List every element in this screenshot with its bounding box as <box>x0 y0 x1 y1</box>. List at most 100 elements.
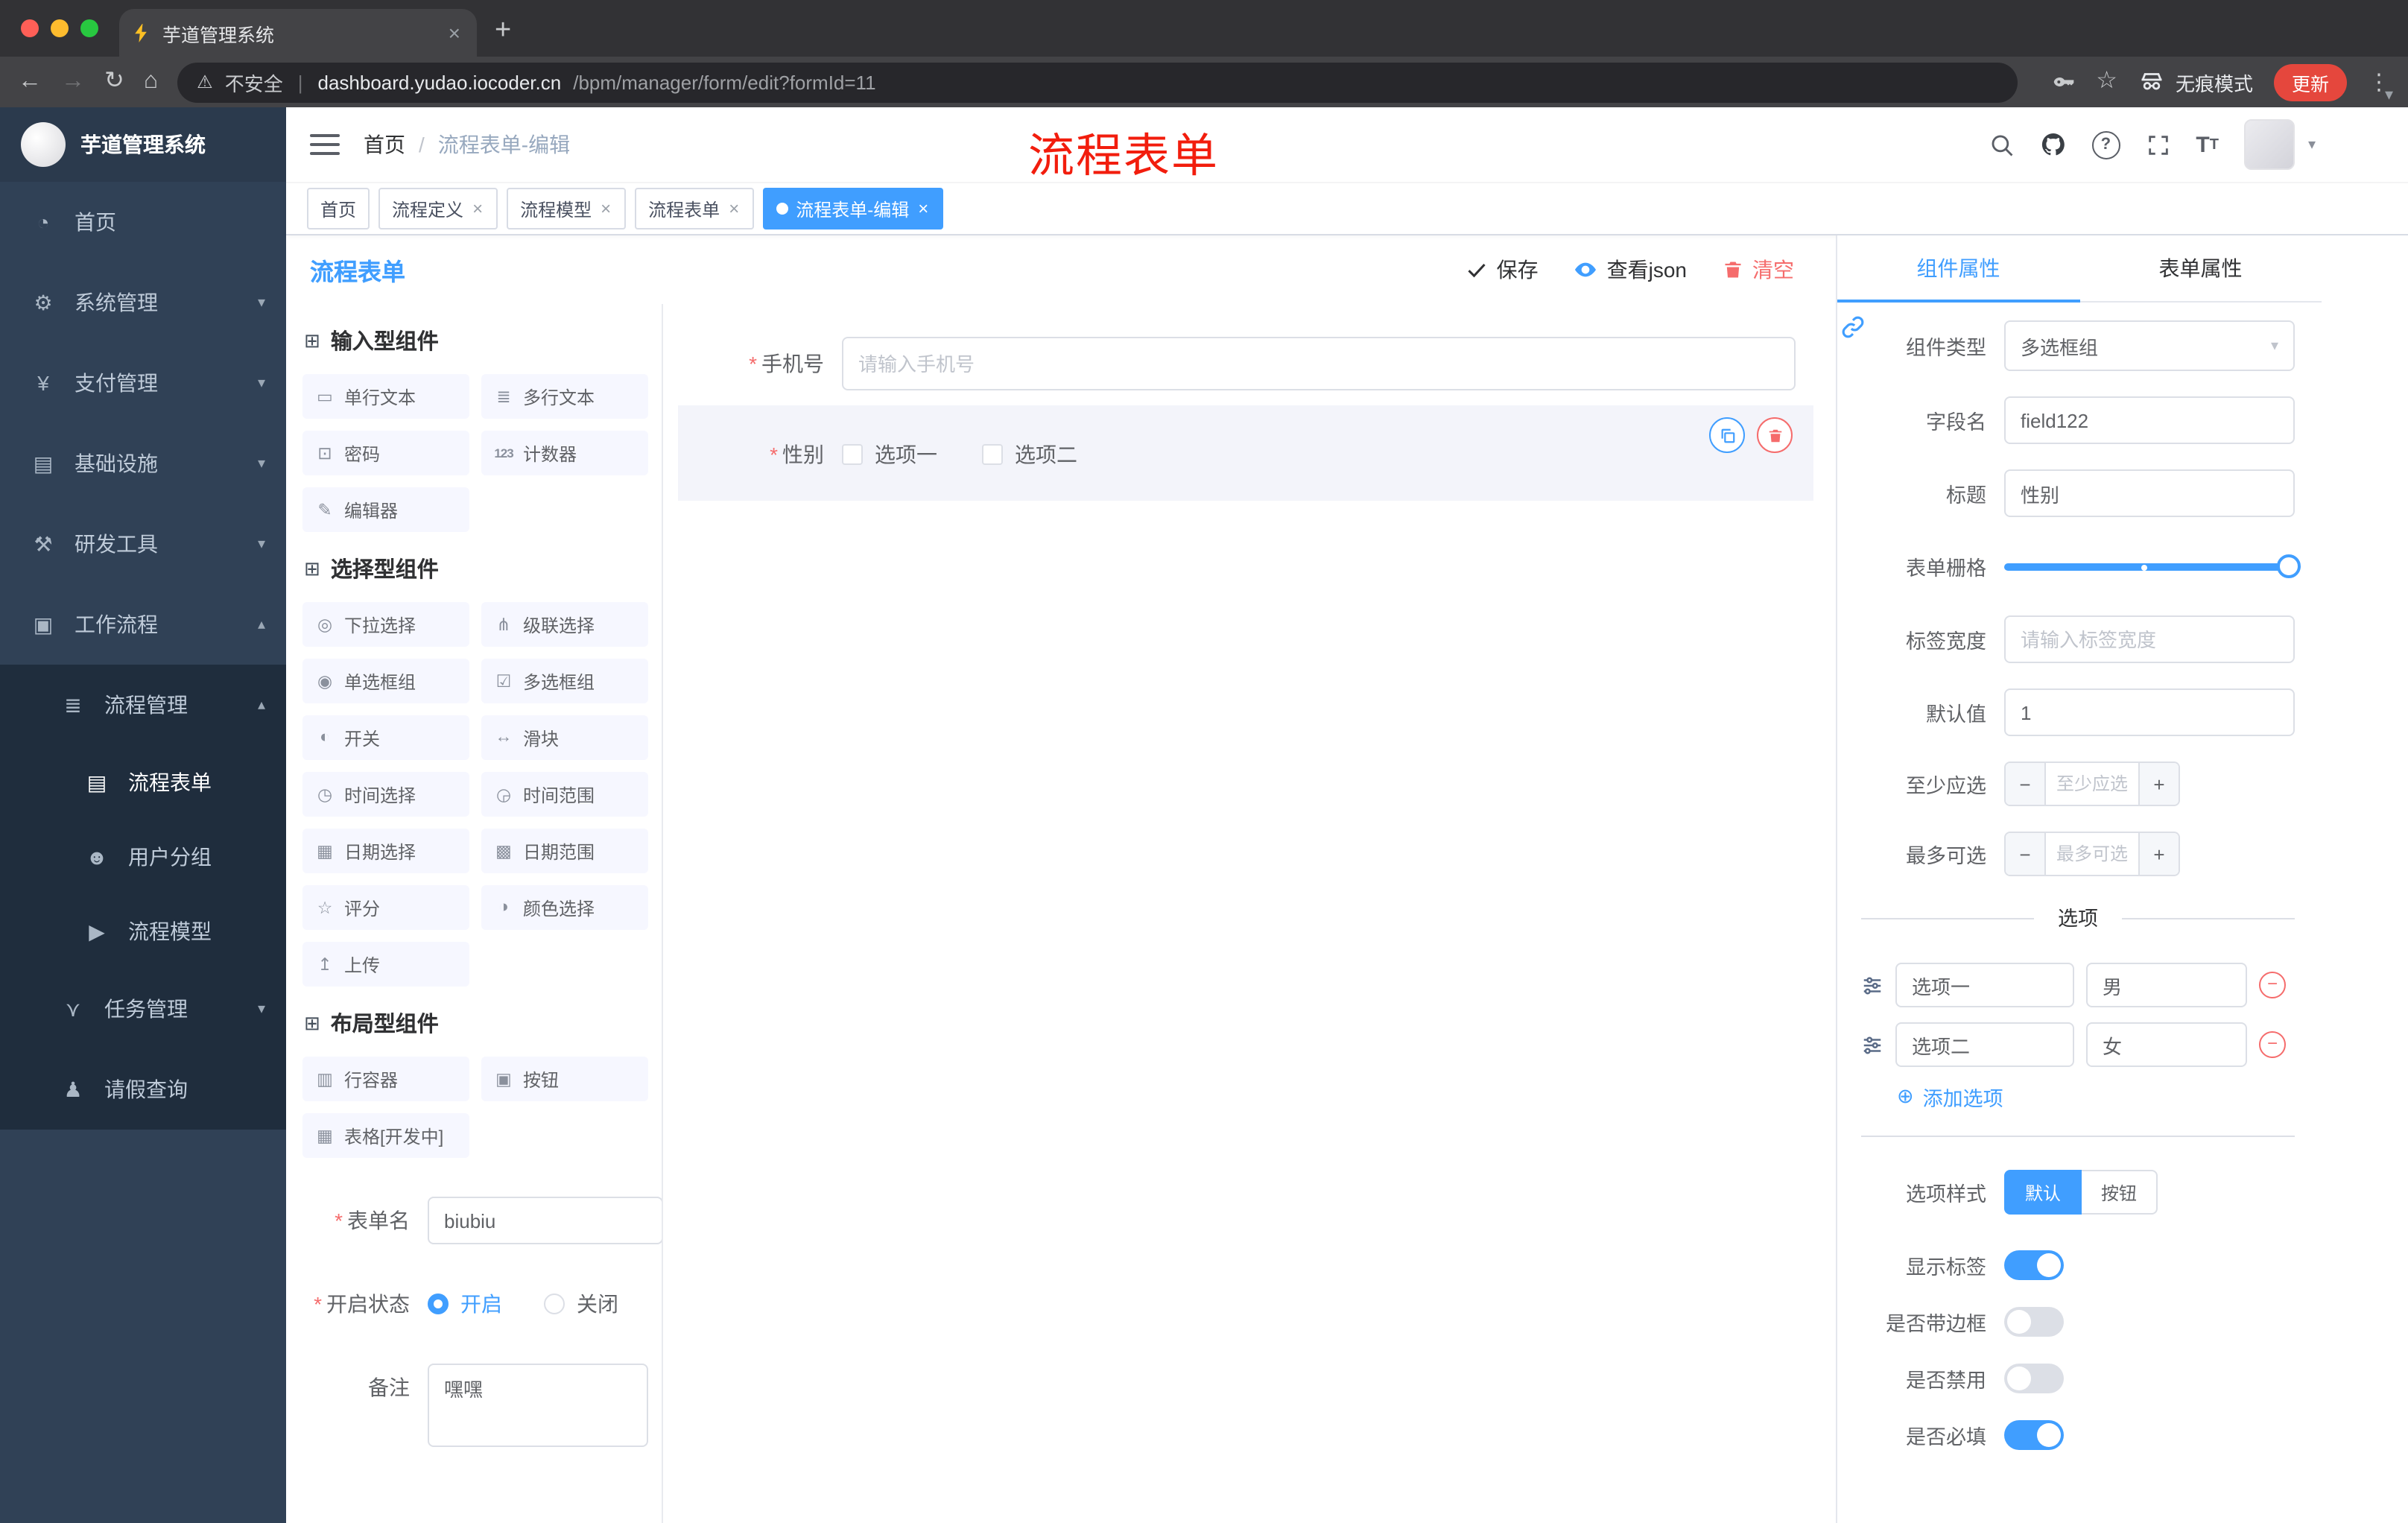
option-value-input[interactable] <box>2086 963 2247 1007</box>
sidebar-item-system[interactable]: ⚙ 系统管理 ▾ <box>0 262 286 343</box>
disabled-toggle[interactable] <box>2004 1364 2064 1393</box>
update-button[interactable]: 更新 <box>2273 63 2347 101</box>
sidebar-item-process-management[interactable]: ≣ 流程管理 ▴ <box>0 665 286 745</box>
tag-process-model[interactable]: 流程模型 × <box>507 188 627 229</box>
default-value-input[interactable] <box>2004 688 2295 736</box>
tag-close-icon[interactable]: × <box>599 198 612 219</box>
github-icon[interactable] <box>2039 131 2066 158</box>
new-tab-button[interactable]: + <box>495 15 511 48</box>
drag-handle-icon[interactable] <box>1861 1033 1883 1056</box>
profile-chevron-icon[interactable]: ▾ <box>2385 85 2393 104</box>
grid-slider[interactable] <box>2004 542 2301 590</box>
component-item[interactable]: ▦ 表格[开发中] <box>302 1113 469 1158</box>
breadcrumb-home[interactable]: 首页 <box>364 130 405 159</box>
hamburger-icon[interactable] <box>310 134 340 155</box>
style-button-button[interactable]: 按钮 <box>2082 1170 2158 1215</box>
required-toggle[interactable] <box>2004 1420 2064 1450</box>
bookmark-star-icon[interactable]: ☆ <box>2096 69 2117 94</box>
show-label-toggle[interactable] <box>2004 1250 2064 1280</box>
sidebar-item-payment[interactable]: ¥ 支付管理 ▾ <box>0 343 286 423</box>
remove-option-button[interactable]: − <box>2259 1031 2286 1058</box>
tag-close-icon[interactable]: × <box>727 198 741 219</box>
window-zoom-button[interactable] <box>80 19 98 37</box>
gender-field-selected[interactable]: * 性别 选项一 选项二 <box>678 405 1813 501</box>
style-default-button[interactable]: 默认 <box>2004 1170 2082 1215</box>
user-avatar[interactable] <box>2243 119 2295 170</box>
tab-form-props[interactable]: 表单属性 <box>2079 235 2322 301</box>
component-item[interactable]: ◷ 时间选择 <box>302 772 469 817</box>
form-name-input[interactable] <box>428 1197 662 1244</box>
radio-open[interactable]: 开启 <box>428 1289 502 1319</box>
title-input[interactable] <box>2004 469 2295 517</box>
delete-field-button[interactable] <box>1757 417 1793 453</box>
remark-textarea[interactable]: 嘿嘿 <box>428 1364 648 1447</box>
component-item[interactable]: ◶ 时间范围 <box>481 772 648 817</box>
component-item[interactable]: ✎ 编辑器 <box>302 487 469 532</box>
window-close-button[interactable] <box>21 19 39 37</box>
component-item[interactable]: ≣ 多行文本 <box>481 374 648 419</box>
sidebar-item-devtools[interactable]: ⚒ 研发工具 ▾ <box>0 504 286 584</box>
copy-field-button[interactable] <box>1709 417 1745 453</box>
component-item[interactable]: ▣ 按钮 <box>481 1057 648 1101</box>
reload-button[interactable]: ↻ <box>104 69 124 94</box>
tag-process-form-edit[interactable]: 流程表单-编辑 × <box>763 188 944 229</box>
component-item[interactable]: ▩ 日期范围 <box>481 829 648 873</box>
component-item[interactable]: ◑ 颜色选择 <box>481 885 648 930</box>
sidebar-item-infrastructure[interactable]: ▤ 基础设施 ▾ <box>0 423 286 504</box>
component-item[interactable]: ⊡ 密码 <box>302 431 469 475</box>
address-bar[interactable]: ⚠ 不安全 | dashboard.yudao.iocoder.cn/bpm/m… <box>177 62 2018 102</box>
add-option-button[interactable]: ⊕ 添加选项 <box>1897 1082 2295 1112</box>
component-item[interactable]: ▥ 行容器 <box>302 1057 469 1101</box>
slider-track[interactable] <box>2004 563 2295 571</box>
sidebar-item-process-form[interactable]: ▤ 流程表单 <box>0 745 286 820</box>
component-item[interactable]: ↔ 滑块 <box>481 715 648 760</box>
sidebar-item-process-model[interactable]: ▶ 流程模型 <box>0 894 286 969</box>
tab-close-icon[interactable]: × <box>444 21 465 45</box>
component-item[interactable]: ▦ 日期选择 <box>302 829 469 873</box>
home-button[interactable]: ⌂ <box>144 69 158 94</box>
view-json-button[interactable]: 查看json <box>1574 255 1687 285</box>
form-canvas[interactable]: *手机号 *性别 选项一 选项二 <box>663 304 1836 1523</box>
stepper-minus-button[interactable]: − <box>2006 833 2046 875</box>
forward-button[interactable]: → <box>61 69 85 94</box>
option-label-input[interactable] <box>1895 963 2074 1007</box>
max-select-input[interactable] <box>2046 833 2138 875</box>
save-button[interactable]: 保存 <box>1467 255 1539 285</box>
remove-option-button[interactable]: − <box>2259 972 2286 998</box>
phone-input[interactable] <box>842 337 1796 390</box>
phone-field-row[interactable]: * 手机号 <box>663 337 1796 390</box>
option-label-input[interactable] <box>1895 1022 2074 1067</box>
sidebar-item-user-group[interactable]: ☻ 用户分组 <box>0 820 286 894</box>
component-item[interactable]: ☑ 多选框组 <box>481 659 648 703</box>
stepper-minus-button[interactable]: − <box>2006 763 2046 805</box>
tag-close-icon[interactable]: × <box>916 198 930 219</box>
tag-close-icon[interactable]: × <box>471 198 484 219</box>
stepper-plus-button[interactable]: + <box>2138 833 2179 875</box>
window-minimize-button[interactable] <box>51 19 69 37</box>
tag-process-form[interactable]: 流程表单 × <box>635 188 755 229</box>
search-icon[interactable] <box>1989 132 2014 157</box>
tag-process-definition[interactable]: 流程定义 × <box>378 188 498 229</box>
component-item[interactable]: ◉ 单选框组 <box>302 659 469 703</box>
stepper-plus-button[interactable]: + <box>2138 763 2179 805</box>
option-value-input[interactable] <box>2086 1022 2247 1067</box>
browser-tab[interactable]: 芋道管理系统 × <box>119 9 477 57</box>
sidebar-item-task-management[interactable]: ⋎ 任务管理 ▾ <box>0 969 286 1049</box>
component-item[interactable]: ⋔ 级联选择 <box>481 602 648 647</box>
component-type-select[interactable]: 多选框组 ▾ <box>2004 320 2295 371</box>
slider-handle[interactable] <box>2277 554 2301 578</box>
tab-component-props[interactable]: 组件属性 <box>1837 235 2079 303</box>
component-item[interactable]: 123 计数器 <box>481 431 648 475</box>
font-size-icon[interactable]: TT <box>2196 132 2219 157</box>
link-icon[interactable] <box>1840 314 1866 347</box>
border-toggle[interactable] <box>2004 1307 2064 1337</box>
component-item[interactable]: ☆ 评分 <box>302 885 469 930</box>
password-key-icon[interactable] <box>2051 70 2075 94</box>
component-item[interactable]: ◎ 下拉选择 <box>302 602 469 647</box>
tag-home[interactable]: 首页 <box>307 188 370 229</box>
back-button[interactable]: ← <box>18 69 42 94</box>
sidebar-item-home[interactable]: ◔ 首页 <box>0 182 286 262</box>
sidebar-item-workflow[interactable]: ▣ 工作流程 ▴ <box>0 584 286 665</box>
fullscreen-icon[interactable] <box>2145 132 2170 157</box>
min-select-input[interactable] <box>2046 763 2138 805</box>
